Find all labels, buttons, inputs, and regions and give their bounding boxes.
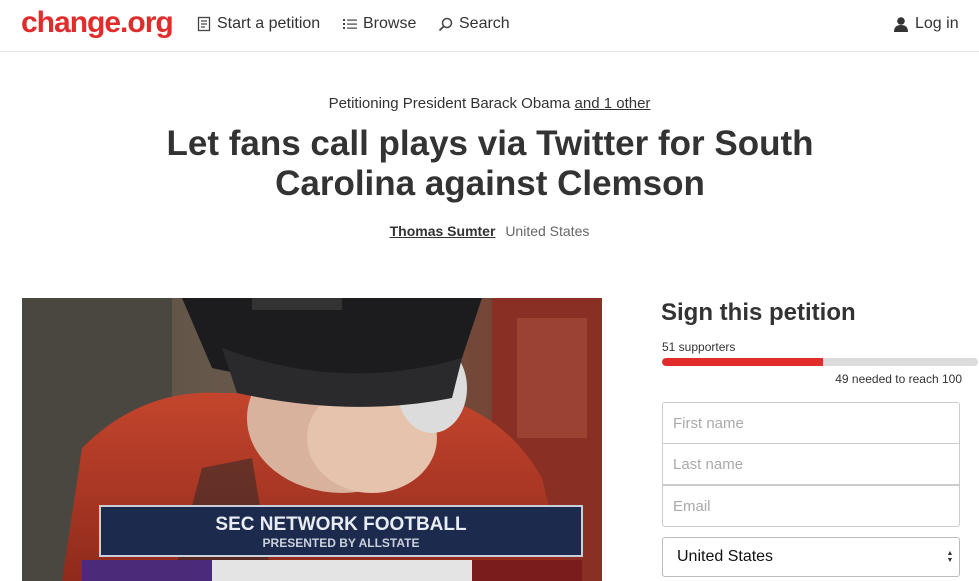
login-link[interactable]: Log in xyxy=(893,14,959,34)
signature-progress-fill xyxy=(662,358,824,366)
first-name-field[interactable] xyxy=(662,402,960,444)
search-link[interactable]: Search xyxy=(438,14,510,34)
start-petition-label: Start a petition xyxy=(217,15,321,32)
top-navigation-bar: change.org Start a petition Browse Searc… xyxy=(0,0,979,52)
start-petition-link[interactable]: Start a petition xyxy=(197,14,320,34)
country-select-value: United States xyxy=(677,548,774,565)
email-field[interactable] xyxy=(662,485,960,527)
author-location: United States xyxy=(505,223,590,239)
author-link[interactable]: Thomas Sumter xyxy=(390,223,496,239)
browse-link[interactable]: Browse xyxy=(343,14,416,34)
signature-progress-bar xyxy=(662,358,978,366)
country-select[interactable]: United States ▲ ▼ xyxy=(662,537,960,577)
petitioning-text: Petitioning President Barack Obama xyxy=(328,95,571,112)
login-label: Log in xyxy=(915,15,959,32)
change-org-logo[interactable]: change.org xyxy=(21,6,174,40)
last-name-field[interactable] xyxy=(662,443,960,485)
petition-title: Let fans call plays via Twitter for Sout… xyxy=(166,124,814,203)
user-icon xyxy=(893,16,909,32)
additional-targets-link[interactable]: and 1 other xyxy=(575,95,651,112)
document-icon xyxy=(197,16,211,32)
sign-petition-heading: Sign this petition xyxy=(661,299,856,326)
list-icon xyxy=(343,18,357,30)
supporter-count: 51 supporters xyxy=(662,340,736,354)
browse-label: Browse xyxy=(363,15,417,32)
petition-photo: SEC NETWORK FOOTBALL PRESENTED BY ALLSTA… xyxy=(22,298,602,581)
banner-title: SEC NETWORK FOOTBALL xyxy=(215,514,467,535)
petition-byline: Thomas Sumter United States xyxy=(0,223,979,239)
petition-photo-illustration: SEC NETWORK FOOTBALL PRESENTED BY ALLSTA… xyxy=(22,298,602,581)
search-icon xyxy=(438,17,453,32)
signatures-needed: 49 needed to reach 100 xyxy=(835,372,962,386)
search-label: Search xyxy=(459,15,510,32)
banner-subtitle: PRESENTED BY ALLSTATE xyxy=(263,536,420,550)
select-arrows-icon: ▲ ▼ xyxy=(946,550,954,564)
petition-targets: Petitioning President Barack Obama and 1… xyxy=(0,95,979,112)
